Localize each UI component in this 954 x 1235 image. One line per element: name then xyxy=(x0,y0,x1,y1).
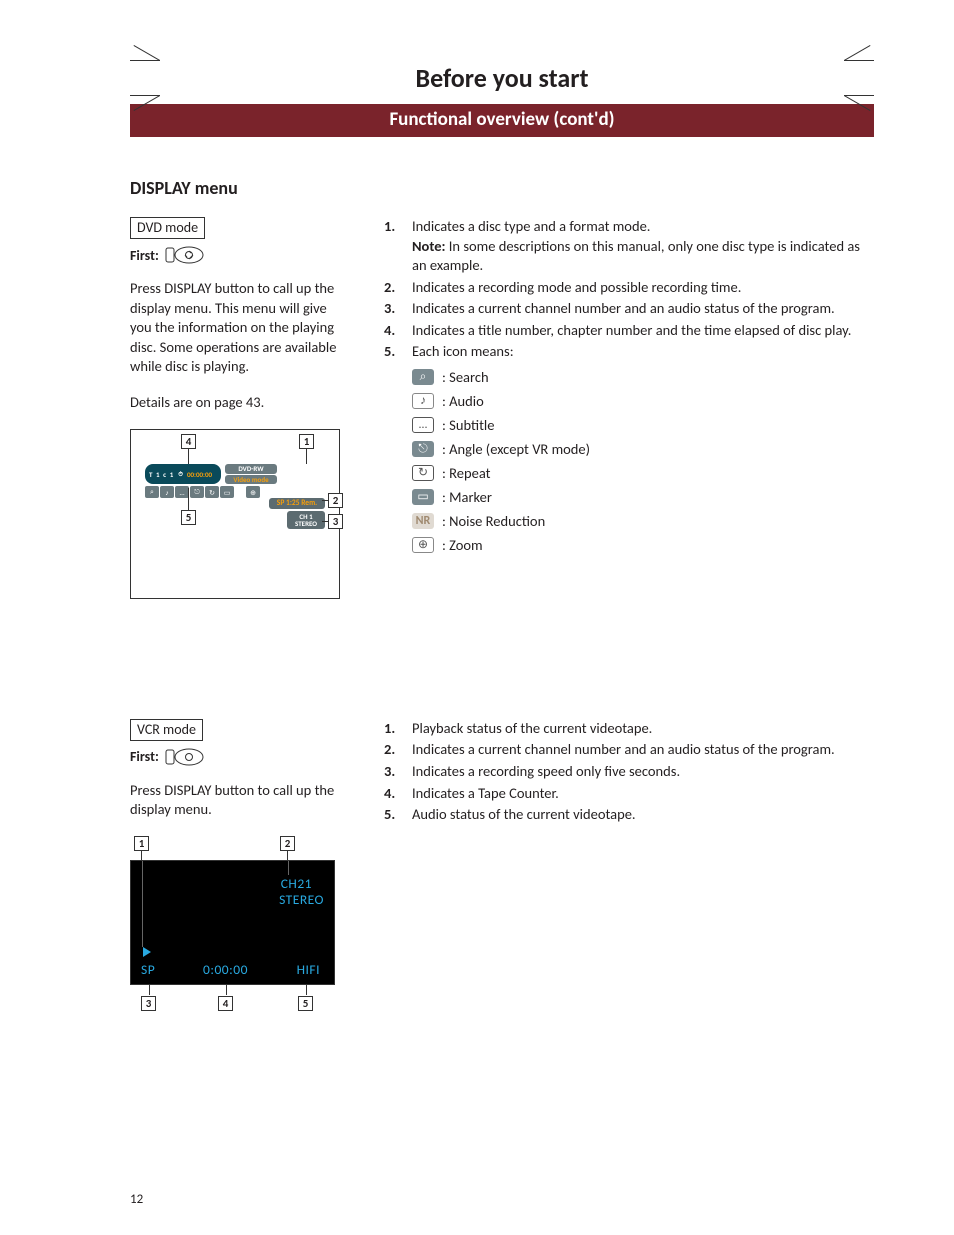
rec-mode: SP 1:25 Rem. xyxy=(269,498,325,509)
dvd-figure: 4 1 T 1 c 1 ⏱ 00:00:00 DVD-RW Video mo xyxy=(130,429,340,599)
icon-row: ⌕: Search xyxy=(384,368,874,386)
icon-row: ♪: Audio xyxy=(384,392,874,410)
vcr-figure: CH21 STEREO SP 0:00:00 HIFI xyxy=(130,860,335,985)
list-item: 4.Indicates a title number, chapter numb… xyxy=(384,321,874,341)
vcr-mode-box: VCR mode xyxy=(130,719,203,741)
callout-3: 3 xyxy=(141,996,156,1011)
play-icon xyxy=(143,947,151,957)
banner-subtitle: Functional overview (cont'd) xyxy=(130,104,874,137)
callout-5: 5 xyxy=(181,510,196,525)
first-label: First: xyxy=(130,748,159,765)
icon-row: …: Subtitle xyxy=(384,416,874,434)
list-item: 5.Each icon means: xyxy=(384,342,874,362)
callout-4: 4 xyxy=(181,434,196,449)
icon-row: NR: Noise Reduction xyxy=(384,512,874,530)
vcr-hifi: HIFI xyxy=(297,961,320,978)
list-item: 3.Indicates a current channel number and… xyxy=(384,299,874,319)
callout-2: 2 xyxy=(328,493,343,508)
angle-icon: ⎋ xyxy=(412,441,434,457)
section-title: DISPLAY menu xyxy=(130,177,874,199)
page-banner: Before you start xyxy=(130,60,874,96)
vcr-counter: 0:00:00 xyxy=(203,961,248,978)
format-mode: Video mode xyxy=(225,475,277,485)
icon-row: ▭: Marker xyxy=(384,488,874,506)
remote-icon xyxy=(165,245,205,265)
list-item: 2.Indicates a recording mode and possibl… xyxy=(384,278,874,298)
list-item: 2.Indicates a current channel number and… xyxy=(384,740,874,760)
list-item: 4.Indicates a Tape Counter. xyxy=(384,784,874,804)
page-number: 12 xyxy=(130,1192,143,1207)
nr-icon: NR xyxy=(412,513,434,529)
list-item: 5.Audio status of the current videotape. xyxy=(384,805,874,825)
vcr-paragraph: Press DISPLAY button to call up the disp… xyxy=(130,781,350,820)
dvd-paragraph: Press DISPLAY button to call up the disp… xyxy=(130,279,350,377)
elapsed-time: 00:00:00 xyxy=(187,470,212,479)
vcr-channel: CH21 xyxy=(281,875,312,892)
remote-icon xyxy=(165,747,205,767)
dvd-mode-box: DVD mode xyxy=(130,217,205,239)
icon-row: ↻: Repeat xyxy=(384,464,874,482)
list-item: 1.Playback status of the current videota… xyxy=(384,719,874,739)
subtitle-icon: … xyxy=(412,417,434,433)
repeat-icon: ↻ xyxy=(412,465,434,481)
audio-icon: ♪ xyxy=(412,393,434,409)
list-item: 3.Indicates a recording speed only five … xyxy=(384,762,874,782)
first-label: First: xyxy=(130,247,159,264)
vcr-sp: SP xyxy=(141,961,155,978)
callout-1: 1 xyxy=(299,434,314,449)
icon-row: ⎋: Angle (except VR mode) xyxy=(384,440,874,458)
callout-4: 4 xyxy=(218,996,233,1011)
disc-type: DVD-RW xyxy=(225,464,277,474)
title-chapter: T 1 c 1 xyxy=(149,470,174,479)
list-item: 1. Indicates a disc type and a format mo… xyxy=(384,217,874,276)
callout-5: 5 xyxy=(298,996,313,1011)
zoom-icon: ⊕ xyxy=(412,537,434,553)
banner-title: Before you start xyxy=(160,60,844,96)
vcr-stereo: STEREO xyxy=(279,891,324,908)
marker-icon: ▭ xyxy=(412,489,434,505)
callout-1: 1 xyxy=(134,836,149,851)
callout-3: 3 xyxy=(328,514,343,529)
dvd-details: Details are on page 43. xyxy=(130,393,350,411)
icon-row: ⊕: Zoom xyxy=(384,536,874,554)
callout-2: 2 xyxy=(280,836,295,851)
search-icon: ⌕ xyxy=(412,369,434,385)
audio-status: STEREO xyxy=(290,520,322,527)
